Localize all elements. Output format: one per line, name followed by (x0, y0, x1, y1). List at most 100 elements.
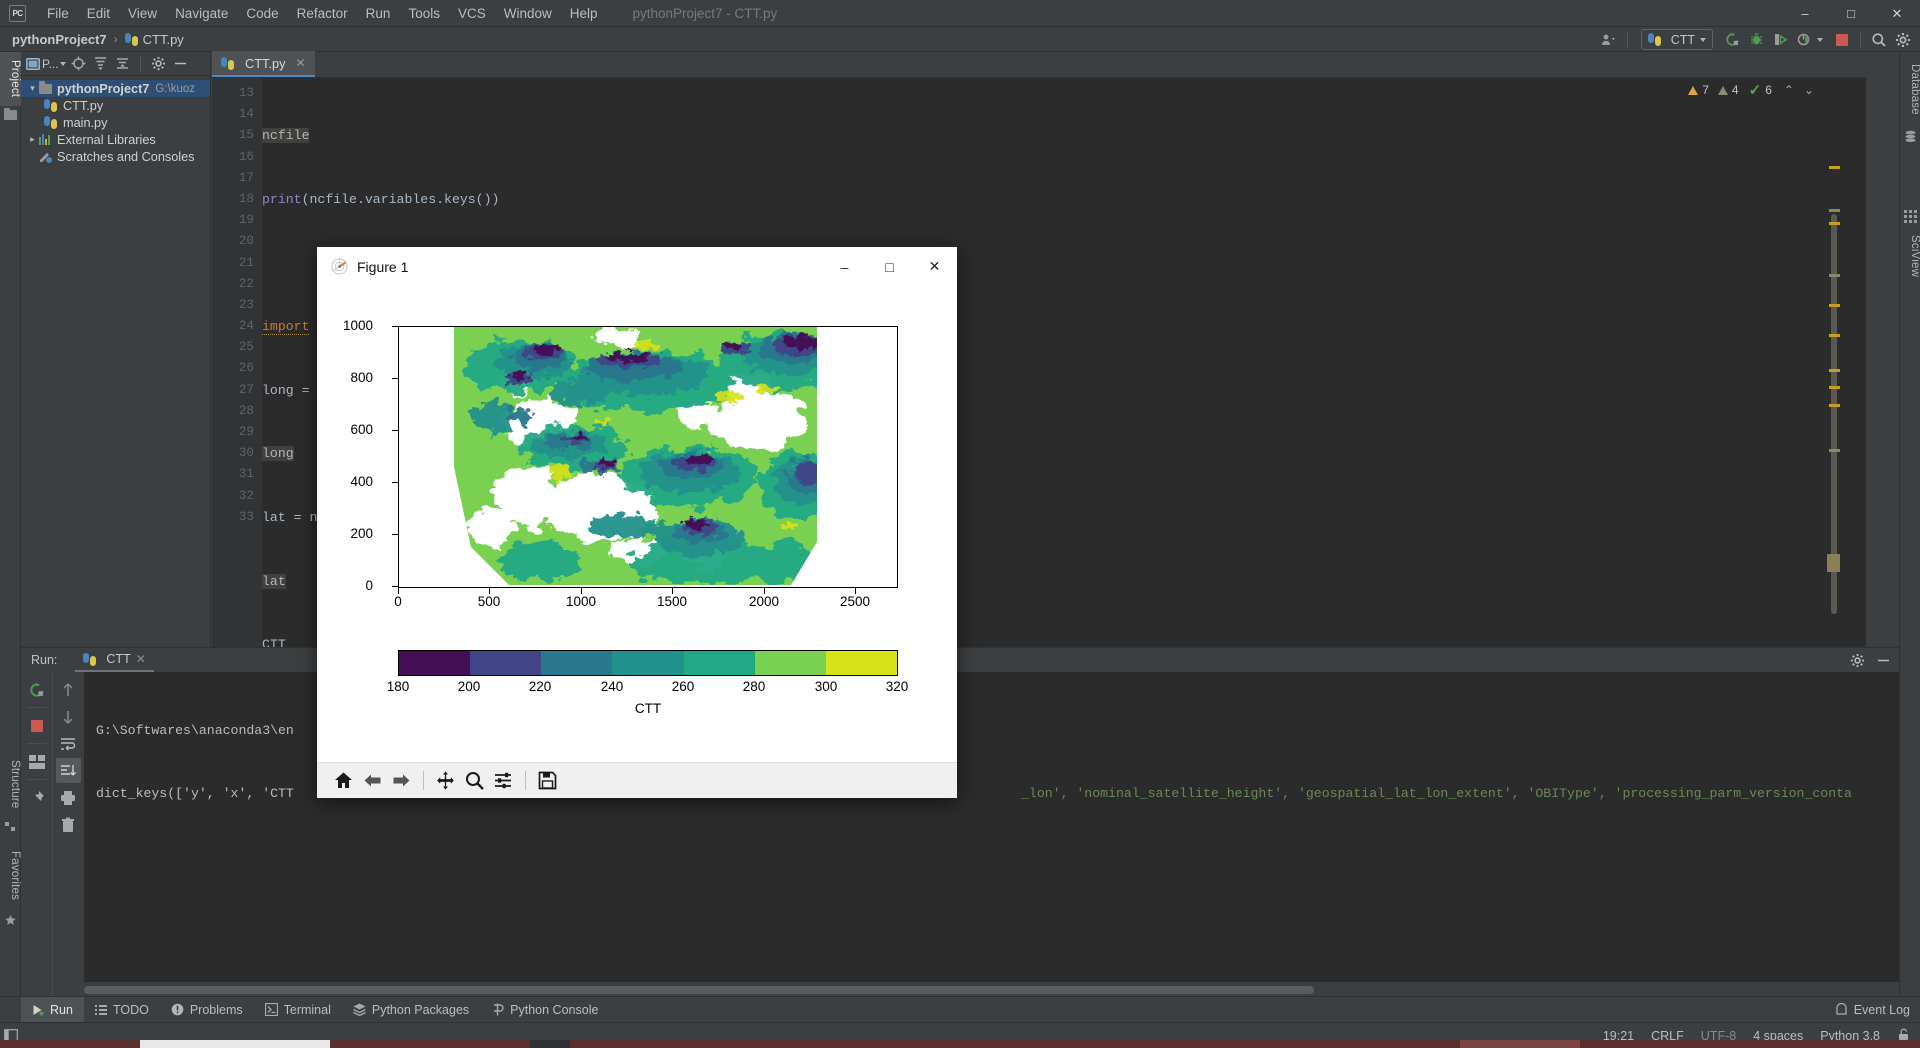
tool-window-python-packages[interactable]: Python Packages (342, 997, 480, 1023)
hide-panel-icon[interactable] (171, 54, 190, 73)
figure-maximize-button[interactable]: □ (867, 247, 912, 286)
profile-chevron-down-icon[interactable] (1817, 37, 1823, 42)
sidebar-tab-database[interactable]: Database (1900, 56, 1920, 122)
user-dropdown-icon[interactable] (1598, 29, 1620, 50)
colorbar-axis-label: CTT (634, 701, 662, 716)
menu-window[interactable]: Window (495, 3, 561, 24)
chevron-right-icon[interactable]: ▸ (26, 134, 39, 145)
scroll-down-icon[interactable] (56, 704, 81, 729)
next-problem-icon[interactable]: ⌄ (1804, 83, 1814, 97)
menu-code[interactable]: Code (237, 3, 287, 24)
close-icon[interactable]: ✕ (136, 652, 146, 666)
console-horizontal-scrollbar[interactable] (84, 986, 1364, 994)
run-configuration-selector[interactable]: CTT (1640, 29, 1713, 50)
configure-subplots-icon[interactable] (490, 767, 517, 794)
run-tab-CTT[interactable]: CTT ✕ (75, 648, 154, 672)
close-icon[interactable]: ✕ (296, 56, 306, 70)
tree-item-external-libraries[interactable]: ▸ External Libraries (21, 131, 210, 148)
rerun-icon[interactable] (24, 677, 49, 702)
y-tick-label: 400 (350, 474, 373, 489)
menu-refactor[interactable]: Refactor (288, 3, 357, 24)
menu-view[interactable]: View (119, 3, 166, 24)
line-number: 26 (238, 361, 254, 376)
taskbar-preview[interactable] (140, 1040, 330, 1048)
python-file-icon (83, 652, 97, 666)
locate-icon[interactable] (69, 54, 88, 73)
home-icon[interactable] (330, 767, 357, 794)
menu-vcs[interactable]: VCS (449, 3, 495, 24)
sidebar-tab-sciview[interactable]: SciView (1900, 228, 1920, 284)
tool-window-problems[interactable]: Problems (160, 997, 254, 1023)
menu-run[interactable]: Run (357, 3, 400, 24)
menu-tools[interactable]: Tools (399, 3, 449, 24)
pin-icon[interactable] (24, 785, 49, 810)
scroll-to-end-icon[interactable] (55, 758, 81, 783)
breadcrumb-file[interactable]: CTT.py (143, 32, 184, 47)
run-panel-toolbars (21, 672, 83, 997)
taskbar-item[interactable] (1460, 1040, 1580, 1048)
print-icon[interactable] (56, 785, 81, 810)
colorbar-band (683, 651, 755, 675)
layout-icon[interactable] (24, 749, 49, 774)
sidebar-tab-favorites[interactable]: Favorites (0, 842, 21, 910)
previous-problem-icon[interactable]: ⌃ (1784, 83, 1794, 97)
breadcrumb-project[interactable]: pythonProject7 (12, 32, 107, 47)
stop-icon[interactable] (1831, 29, 1853, 50)
menu-help[interactable]: Help (561, 3, 607, 24)
tree-item-scratches-and-consoles[interactable]: Scratches and Consoles (21, 148, 210, 165)
editor-tab-CTT.py[interactable]: CTT.py ✕ (212, 51, 315, 77)
sidebar-tab-project[interactable]: Project (0, 52, 21, 106)
profile-icon[interactable] (1793, 29, 1815, 50)
figure-close-button[interactable]: ✕ (912, 247, 957, 286)
menu-navigate[interactable]: Navigate (166, 3, 237, 24)
project-settings-gear-icon[interactable] (149, 54, 168, 73)
run-settings-gear-icon[interactable] (1848, 651, 1867, 670)
window-maximize-button[interactable]: □ (1828, 0, 1874, 27)
tree-item-path: G:\kuoz (155, 82, 195, 95)
sidebar-tab-structure[interactable]: Structure (0, 752, 21, 816)
debug-icon[interactable] (1745, 29, 1767, 50)
line-number: 14 (238, 107, 254, 122)
tool-window-python-console[interactable]: Python Console (480, 997, 609, 1023)
tree-item-label: pythonProject7 (57, 81, 150, 96)
pan-icon[interactable] (432, 767, 459, 794)
search-icon[interactable] (1868, 29, 1890, 50)
y-tick-label: 800 (350, 370, 373, 385)
clear-all-trash-icon[interactable] (56, 812, 81, 837)
window-minimize-button[interactable]: – (1782, 0, 1828, 27)
tool-window-run[interactable]: Run (21, 996, 84, 1023)
back-arrow-icon[interactable] (359, 767, 386, 794)
zoom-icon[interactable] (461, 767, 488, 794)
expand-all-icon[interactable] (91, 54, 110, 73)
todo-icon (94, 1004, 107, 1015)
scroll-up-icon[interactable] (56, 677, 81, 702)
tree-item-main.py[interactable]: main.py (21, 114, 210, 131)
chevron-down-icon[interactable]: ▾ (26, 83, 39, 94)
tool-window-terminal[interactable]: Terminal (254, 997, 342, 1023)
window-close-button[interactable]: ✕ (1874, 0, 1920, 27)
project-view-selector[interactable]: P... (26, 57, 67, 71)
project-folder-icon (4, 107, 17, 123)
hide-run-panel-icon[interactable] (1874, 651, 1893, 670)
editor-scrollbar[interactable] (1827, 104, 1840, 644)
rerun-icon[interactable] (1721, 29, 1743, 50)
toolbar-divider (423, 771, 424, 790)
figure-minimize-button[interactable]: – (822, 247, 867, 286)
tree-item-pythonProject7[interactable]: ▾ pythonProject7 G:\kuoz (21, 80, 210, 97)
forward-arrow-icon[interactable] (388, 767, 415, 794)
colorbar-tick-label: 180 (386, 679, 410, 694)
settings-gear-icon[interactable] (1892, 29, 1914, 50)
menu-file[interactable]: File (38, 3, 78, 24)
soft-wrap-icon[interactable] (56, 731, 81, 756)
menu-edit[interactable]: Edit (78, 3, 119, 24)
tree-item-CTT.py[interactable]: CTT.py (21, 97, 210, 114)
run-tool-window: Run: CTT ✕ G:\Softwares\anaconda3\en dic… (21, 647, 1899, 997)
run-with-coverage-icon[interactable] (1769, 29, 1791, 50)
taskbar-item[interactable] (530, 1040, 570, 1048)
tool-window-todo[interactable]: TODO (84, 997, 160, 1023)
event-log-button[interactable]: Event Log (1835, 1003, 1910, 1017)
figure-canvas[interactable]: 1000 800 600 400 200 0 0 500 1000 1500 2… (317, 286, 957, 762)
save-icon[interactable] (534, 767, 561, 794)
stop-icon[interactable] (24, 713, 49, 738)
collapse-all-icon[interactable] (113, 54, 132, 73)
